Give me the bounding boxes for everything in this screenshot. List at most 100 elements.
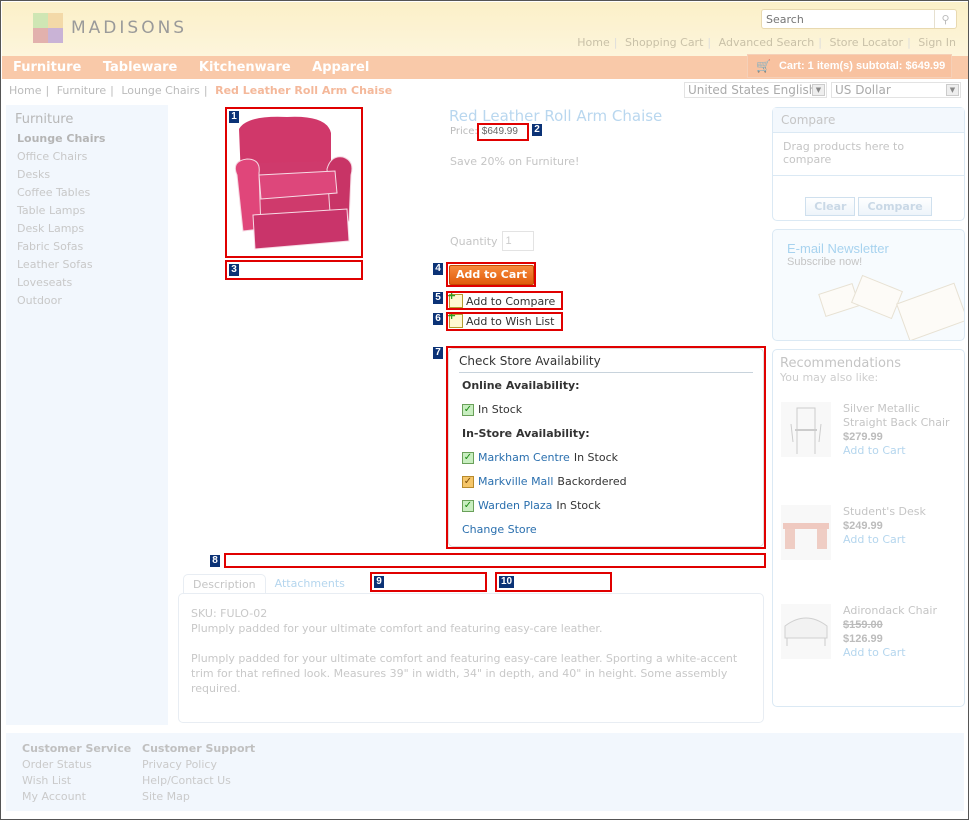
- footer: Customer Service Order Status Wish List …: [6, 733, 964, 811]
- sidebar-item-fabric-sofas[interactable]: Fabric Sofas: [6, 238, 168, 256]
- annotation-box: [370, 572, 487, 592]
- sidebar-item-office-chairs[interactable]: Office Chairs: [6, 148, 168, 166]
- recommendation-name[interactable]: Student's Desk: [843, 505, 958, 519]
- quantity-input[interactable]: [501, 231, 534, 251]
- annotation-badge: 6: [432, 312, 444, 326]
- bench-thumbnail[interactable]: [781, 604, 831, 659]
- annotation-box: [224, 553, 766, 568]
- recommendations-subtitle: You may also like:: [780, 371, 879, 384]
- chevron-down-icon: ▼: [946, 84, 959, 96]
- breadcrumb-current: Red Leather Roll Arm Chaise: [215, 84, 393, 97]
- logo[interactable]: MADISONS: [33, 13, 187, 43]
- recommendation-add-to-cart[interactable]: Add to Cart: [843, 533, 958, 547]
- breadcrumb-lounge-chairs[interactable]: Lounge Chairs: [121, 84, 200, 97]
- sidebar-item-outdoor[interactable]: Outdoor: [6, 292, 168, 310]
- compare-title: Compare: [773, 108, 964, 133]
- top-links: Home | Shopping Cart | Advanced Search | St…: [577, 36, 956, 49]
- compare-dropzone[interactable]: Drag products here to compare: [773, 133, 964, 176]
- footer-column-customer-support: Customer Support Privacy Policy Help/Con…: [142, 742, 256, 805]
- sidebar-item-desk-lamps[interactable]: Desk Lamps: [6, 220, 168, 238]
- top-link-home[interactable]: Home: [577, 36, 609, 49]
- search-icon[interactable]: ⚲: [934, 10, 956, 28]
- top-link-store-locator[interactable]: Store Locator: [829, 36, 903, 49]
- sidebar-item-leather-sofas[interactable]: Leather Sofas: [6, 256, 168, 274]
- annotation-badge: 7: [432, 346, 444, 360]
- breadcrumb-furniture[interactable]: Furniture: [57, 84, 106, 97]
- annotation-badge: 3: [228, 263, 240, 277]
- product-sku: SKU: FULO-02: [191, 607, 268, 620]
- promotion-text: Save 20% on Furniture!: [450, 155, 580, 168]
- recommendation-price: $249.99: [843, 520, 883, 532]
- recommendation-price: $126.99: [843, 633, 883, 645]
- annotation-badge: 9: [373, 575, 385, 589]
- clear-compare-button[interactable]: Clear: [805, 197, 856, 216]
- annotation-badge: 10: [498, 575, 516, 589]
- breadcrumb-home[interactable]: Home: [9, 84, 41, 97]
- compare-widget: Compare Drag products here to compare Cl…: [772, 107, 965, 221]
- brand-name: MADISONS: [71, 18, 188, 38]
- nav-tableware[interactable]: Tableware: [103, 56, 178, 79]
- footer-link-help-contact[interactable]: Help/Contact Us: [142, 773, 255, 789]
- annotation-box: [225, 260, 363, 280]
- recommendations-title: Recommendations: [780, 356, 902, 371]
- product-tabs: Description Attachments: [183, 574, 354, 594]
- annotation-badge: 2: [531, 123, 543, 137]
- top-link-shopping-cart[interactable]: Shopping Cart: [625, 36, 703, 49]
- chair-thumbnail[interactable]: [781, 402, 831, 457]
- footer-link-site-map[interactable]: Site Map: [142, 789, 255, 805]
- recommendation-add-to-cart[interactable]: Add to Cart: [843, 646, 958, 660]
- annotation-box: [477, 123, 529, 141]
- annotation-box: [446, 312, 563, 331]
- cart-icon: 🛒: [756, 59, 771, 73]
- recommendation-name[interactable]: Silver Metallic Straight Back Chair: [843, 402, 958, 430]
- search-input[interactable]: [762, 10, 934, 28]
- footer-column-customer-service: Customer Service Order Status Wish List …: [22, 742, 132, 805]
- footer-link-privacy-policy[interactable]: Privacy Policy: [142, 757, 255, 773]
- annotation-badge: 8: [209, 554, 221, 568]
- sidebar-item-desks[interactable]: Desks: [6, 166, 168, 184]
- top-link-advanced-search[interactable]: Advanced Search: [719, 36, 815, 49]
- recommendation-old-price: $159.00: [843, 619, 883, 631]
- tab-attachments[interactable]: Attachments: [266, 574, 354, 594]
- footer-link-order-status[interactable]: Order Status: [22, 757, 131, 773]
- nav-furniture[interactable]: Furniture: [13, 56, 81, 79]
- newsletter-banner[interactable]: E-mail Newsletter Subscribe now!: [772, 229, 965, 341]
- search-box: ⚲: [761, 9, 957, 29]
- desk-thumbnail[interactable]: [781, 505, 831, 560]
- recommendation-name[interactable]: Adirondack Chair: [843, 604, 958, 618]
- quantity-field: Quantity: [450, 231, 534, 251]
- long-description: Plumply padded for your ultimate comfort…: [191, 652, 738, 695]
- description-panel: SKU: FULO-02 Plumply padded for your ult…: [178, 593, 764, 723]
- newsletter-subtitle: Subscribe now!: [787, 256, 863, 268]
- footer-link-wish-list[interactable]: Wish List: [22, 773, 131, 789]
- language-select[interactable]: United States English ▼: [684, 82, 827, 98]
- chevron-down-icon: ▼: [812, 84, 825, 96]
- category-sidebar: Furniture Lounge Chairs Office Chairs De…: [6, 105, 168, 725]
- breadcrumb: Home | Furniture | Lounge Chairs | Red Leat…: [9, 84, 393, 97]
- newsletter-title: E-mail Newsletter: [787, 241, 889, 256]
- top-link-sign-in[interactable]: Sign In: [918, 36, 956, 49]
- logo-mark-icon: [33, 13, 63, 43]
- short-description: Plumply padded for your ultimate comfort…: [191, 622, 603, 635]
- recommendation-price: $279.99: [843, 431, 883, 443]
- currency-select[interactable]: US Dollar ▼: [831, 82, 961, 98]
- sidebar-title: Furniture: [15, 112, 74, 127]
- tab-description[interactable]: Description: [183, 574, 266, 594]
- footer-link-my-account[interactable]: My Account: [22, 789, 131, 805]
- compare-button[interactable]: Compare: [858, 197, 932, 216]
- sidebar-item-lounge-chairs[interactable]: Lounge Chairs: [6, 130, 168, 148]
- sidebar-item-table-lamps[interactable]: Table Lamps: [6, 202, 168, 220]
- cart-summary: Cart: 1 item(s) subtotal: $649.99: [778, 60, 946, 72]
- recommendations-widget: Recommendations You may also like: Silve…: [772, 349, 965, 707]
- sidebar-item-loveseats[interactable]: Loveseats: [6, 274, 168, 292]
- annotation-box: [446, 346, 766, 549]
- annotation-badge: 5: [432, 291, 444, 305]
- nav-apparel[interactable]: Apparel: [312, 56, 369, 79]
- nav-kitchenware[interactable]: Kitchenware: [199, 56, 291, 79]
- sidebar-item-coffee-tables[interactable]: Coffee Tables: [6, 184, 168, 202]
- recommendation-add-to-cart[interactable]: Add to Cart: [843, 444, 958, 458]
- annotation-box: [446, 291, 563, 310]
- mini-cart[interactable]: 🛒 Cart: 1 item(s) subtotal: $649.99: [747, 54, 952, 78]
- annotation-badge: 1: [228, 110, 240, 124]
- annotation-box: [446, 262, 536, 287]
